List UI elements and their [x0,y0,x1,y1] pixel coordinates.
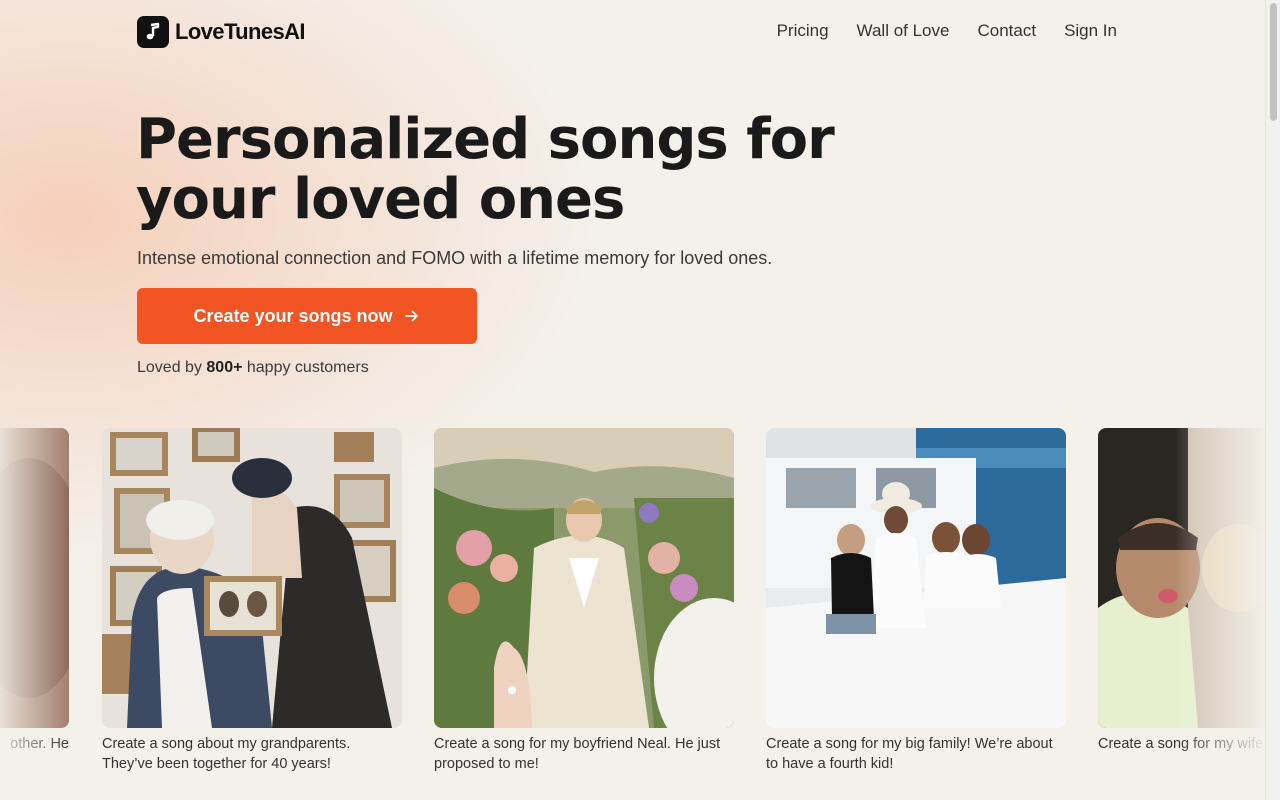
song-card[interactable]: Create a song for my boyfriend Neal. He … [434,428,734,774]
create-songs-button[interactable]: Create your songs now [137,288,477,344]
song-card[interactable]: other. He [0,428,69,754]
social-proof-prefix: Loved by [137,359,207,376]
card-caption: Create a song for my boyfriend Neal. He … [434,736,721,772]
card-photo [434,428,734,728]
hero-subtitle: Intense emotional connection and FOMO wi… [137,248,773,268]
nav-link-pricing[interactable]: Pricing [777,21,829,41]
main-nav: Pricing Wall of Love Contact Sign In [777,21,1117,41]
song-card[interactable]: Create a song about my grandparents. The… [102,428,402,774]
card-caption: other. He [10,736,69,752]
hero-title-line-1: Personalized songs for [136,107,835,172]
card-photo [1098,428,1265,728]
social-proof-suffix: happy customers [242,359,369,376]
logo-link[interactable]: LoveTunesAI [137,16,306,48]
hero-title-line-2: your loved ones [136,167,625,232]
nav-link-wall-of-love[interactable]: Wall of Love [857,21,950,41]
customer-count: 800+ [206,359,243,376]
social-proof: Loved by 800+ happy customers [137,359,369,377]
page-scrollbar[interactable] [1265,0,1280,800]
nav-link-contact[interactable]: Contact [977,21,1036,41]
card-photo [766,428,1066,728]
site-header: LoveTunesAI Pricing Wall of Love Contact… [137,16,1117,48]
testimonial-carousel: other. He Create a song about my grandpa… [0,428,1265,788]
card-photo [0,428,69,728]
arrow-right-icon [403,307,421,325]
card-caption: Create a song for my wife my everything! [1098,736,1265,752]
card-caption: Create a song about my grandparents. The… [102,736,351,772]
page: LoveTunesAI Pricing Wall of Love Contact… [0,0,1265,800]
hero-title: Personalized songs for your loved ones [136,110,896,230]
song-card[interactable]: Create a song for my big family! We’re a… [766,428,1066,774]
scrollbar-thumb[interactable] [1270,3,1277,121]
card-caption: Create a song for my big family! We’re a… [766,736,1053,772]
card-photo [102,428,402,728]
music-note-icon [137,16,169,48]
song-card[interactable]: Create a song for my wife my everything! [1098,428,1265,754]
create-songs-button-label: Create your songs now [193,305,393,326]
nav-link-sign-in[interactable]: Sign In [1064,21,1117,41]
brand-name: LoveTunesAI [175,19,306,44]
